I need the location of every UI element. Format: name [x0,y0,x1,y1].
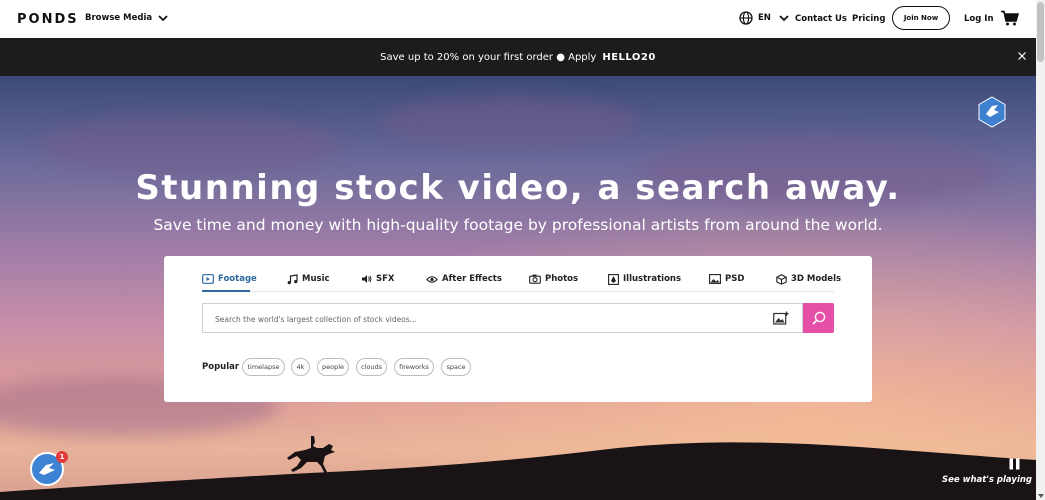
tab-divider [202,291,834,292]
search-field-container [202,303,803,334]
join-now-button[interactable]: Join Now [892,6,950,30]
pause-icon[interactable] [1009,458,1020,470]
promo-banner: Save up to 20% on your first order ● App… [0,38,1036,76]
popular-tag-fireworks[interactable]: fireworks [394,358,434,376]
tab-psd[interactable]: PSD [709,272,744,286]
music-note-icon [287,273,298,284]
notification-badge: 1 [56,451,68,463]
tab-footage[interactable]: Footage [202,272,257,286]
pricing-link[interactable]: Pricing [852,14,885,24]
language-selector[interactable]: EN [739,11,789,25]
hill-silhouette [0,442,1036,500]
visual-search-icon[interactable] [773,311,790,325]
hero-title: Stunning stock video, a search away. [135,168,901,208]
horse-rider-silhouette [287,436,335,474]
media-type-tabs: Footage Music SFX After Effects Photos I… [164,256,872,292]
popular-tag-space[interactable]: space [441,358,471,376]
popular-label: Popular [202,362,240,372]
cube-icon [776,273,787,285]
browse-media-menu[interactable]: Browse Media [85,13,168,23]
tab-label: PSD [725,274,745,284]
tab-photos[interactable]: Photos [529,272,578,286]
popular-tag-timelapse[interactable]: timelapse [242,358,285,376]
eye-icon [426,275,438,283]
see-whats-playing-link[interactable]: See what's playing [942,475,1032,485]
chevron-down-icon [158,14,168,21]
tab-label: Footage [218,274,257,284]
tab-label: 3D Models [791,274,842,284]
hero-subtitle: Save time and money with high-quality fo… [153,216,883,234]
popular-tag-clouds[interactable]: clouds [356,358,387,376]
contact-us-link[interactable]: Contact Us [795,14,847,24]
cloud [380,96,640,146]
image-icon [709,274,721,284]
tab-music[interactable]: Music [287,272,330,286]
search-panel: Footage Music SFX After Effects Photos I… [164,256,872,402]
tab-sfx[interactable]: SFX [361,272,394,286]
top-navigation: PONDS Browse Media EN Contact Us Pricing… [0,0,1036,38]
ponds-logo[interactable]: PONDS [17,12,79,27]
tab-3d-models[interactable]: 3D Models [776,272,841,286]
cloud [40,116,340,176]
search-button[interactable] [803,303,834,333]
tab-label: SFX [376,274,395,284]
browse-media-label: Browse Media [85,13,153,23]
bird-icon [39,463,55,475]
promo-text: Save up to 20% on your first order ● App… [380,51,597,63]
tab-illustrations[interactable]: Illustrations [608,272,681,286]
tab-label: Music [302,274,330,284]
search-icon [811,311,825,325]
ponds-bird-badge-icon[interactable] [978,96,1006,128]
tab-label: Photos [545,274,579,284]
chevron-down-icon [779,14,789,21]
tab-label: Illustrations [623,274,682,284]
film-icon [202,274,214,284]
scrollbar-thumb[interactable] [1037,2,1044,62]
pen-icon [608,273,619,285]
promo-code[interactable]: HELLO20 [602,52,656,63]
active-tab-indicator [202,290,250,292]
scroll-down-arrow-icon[interactable] [1038,494,1044,498]
log-in-link[interactable]: Log In [964,14,994,24]
language-label: EN [758,13,771,23]
cart-icon[interactable] [1001,10,1019,26]
tab-after-effects[interactable]: After Effects [426,272,502,286]
close-icon[interactable] [1017,51,1027,61]
speaker-icon [362,275,372,283]
page-scrollbar[interactable] [1036,0,1045,500]
tab-label: After Effects [442,274,502,284]
globe-icon [739,11,753,25]
popular-tag-people[interactable]: people [317,358,349,376]
popular-tag-4k[interactable]: 4k [291,358,310,376]
camera-icon [529,274,541,284]
search-input[interactable] [213,304,757,334]
